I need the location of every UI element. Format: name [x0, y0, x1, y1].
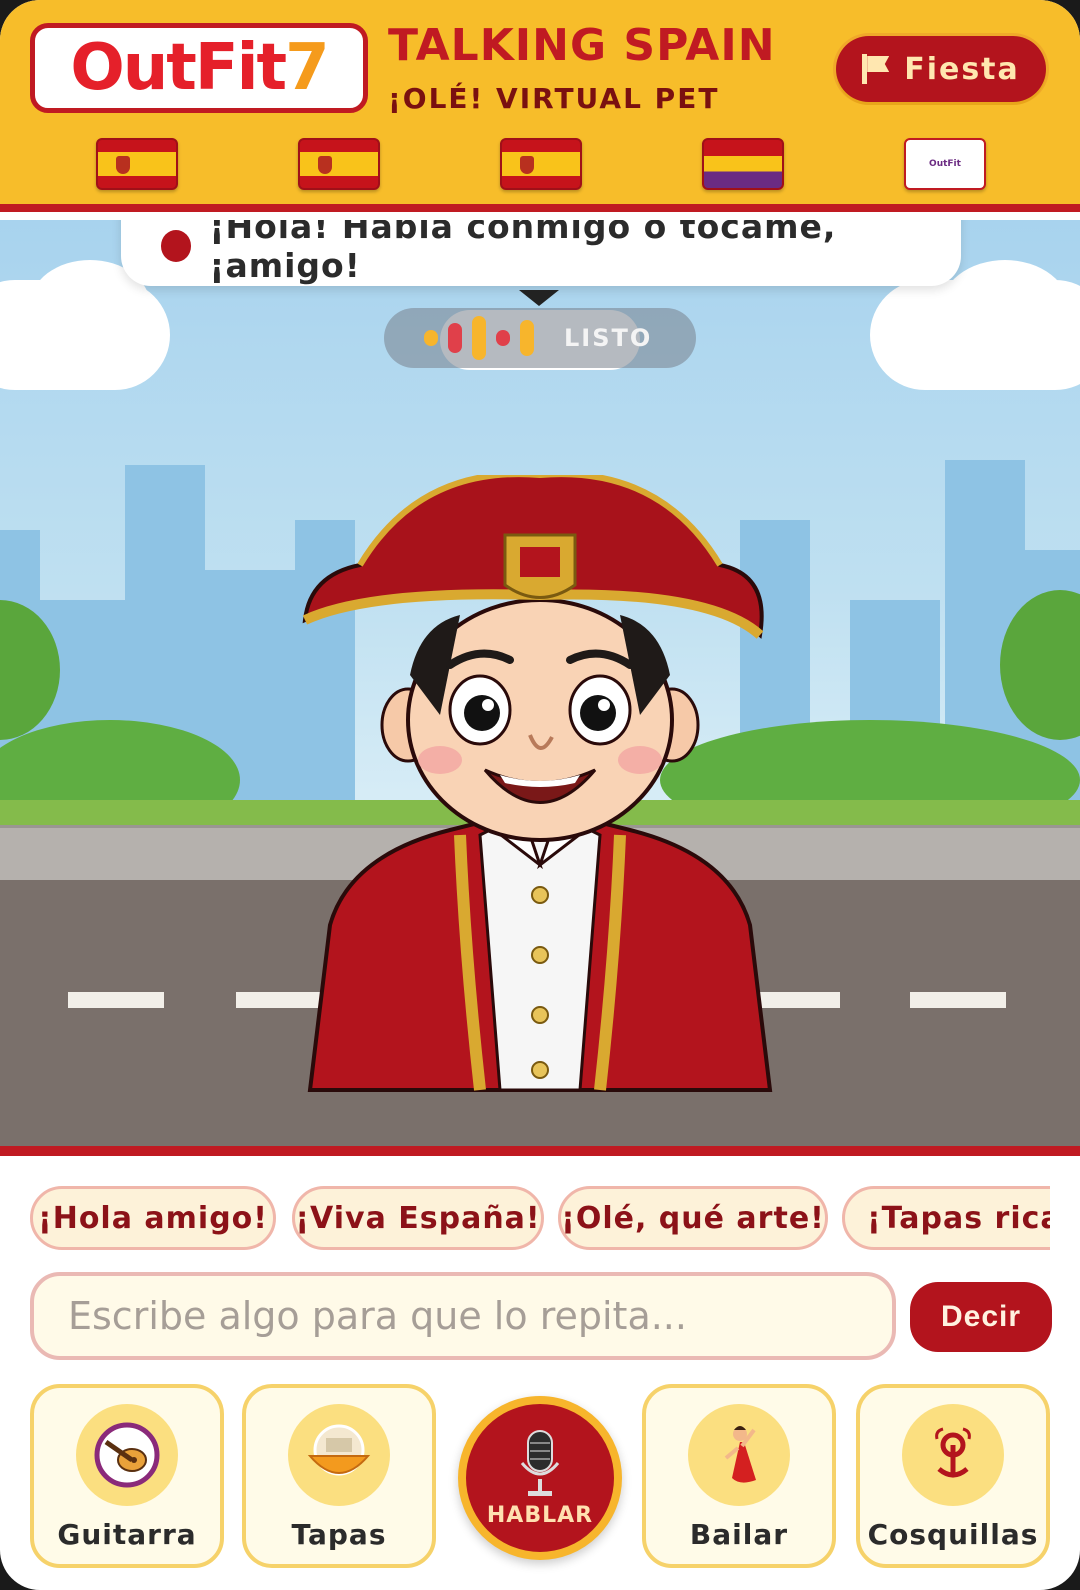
phrase-chip[interactable]: ¡Viva España!	[292, 1186, 544, 1250]
flag-selector: OutFit	[96, 138, 986, 190]
app-header: OutFit 7 TALKING SPAIN ¡OLÉ! VIRTUAL PET …	[0, 0, 1080, 212]
audio-level-bar	[496, 330, 510, 346]
app-screen: OutFit 7 TALKING SPAIN ¡OLÉ! VIRTUAL PET …	[0, 0, 1080, 1590]
speech-bubble: ¡Hola! Habla conmigo o tócame, ¡amigo!	[121, 220, 961, 286]
tapas-button[interactable]: Tapas	[242, 1384, 436, 1568]
flag-spain-republic[interactable]	[702, 138, 784, 190]
brand-mini-logo[interactable]: OutFit	[904, 138, 986, 190]
dance-label: Bailar	[689, 1518, 789, 1551]
audio-level-bar	[448, 323, 462, 353]
fiesta-button[interactable]: Fiesta	[836, 36, 1046, 102]
tickle-label: Cosquillas	[867, 1518, 1039, 1551]
audio-level-bar	[424, 330, 438, 346]
status-text: LISTO	[564, 324, 653, 352]
flag-spain-1[interactable]	[96, 138, 178, 190]
talk-button[interactable]: HABLAR	[458, 1396, 622, 1560]
microphone-icon	[520, 1429, 560, 1496]
outfit7-logo: OutFit 7	[30, 23, 368, 113]
pet-scene[interactable]: ¡Hola! Habla conmigo o tócame, ¡amigo! L…	[0, 220, 1080, 1156]
fiesta-label: Fiesta	[904, 51, 1020, 87]
tapas-icon	[288, 1404, 390, 1506]
record-dot-icon	[161, 230, 192, 262]
touch-hand-icon	[902, 1404, 1004, 1506]
road-marking	[910, 992, 1006, 1008]
road-marking	[68, 992, 164, 1008]
say-bar: Decir	[30, 1272, 1052, 1362]
speech-tail	[519, 290, 559, 306]
audio-level-bar	[472, 316, 486, 360]
speech-text: ¡Hola! Habla conmigo o tócame, ¡amigo!	[209, 220, 837, 285]
flag-spain-3[interactable]	[500, 138, 582, 190]
tickle-button[interactable]: Cosquillas	[856, 1384, 1050, 1568]
tapas-label: Tapas	[291, 1518, 387, 1551]
say-input[interactable]	[30, 1272, 896, 1360]
phrase-chip[interactable]: ¡Olé, qué arte!	[558, 1186, 828, 1250]
say-button[interactable]: Decir	[910, 1282, 1052, 1352]
listening-status: LISTO	[384, 308, 696, 368]
app-subtitle: ¡OLÉ! VIRTUAL PET	[388, 82, 720, 115]
dance-button[interactable]: Bailar	[642, 1384, 836, 1568]
phrase-chip[interactable]: ¡Hola amigo!	[30, 1186, 276, 1250]
audio-level-bar	[520, 320, 534, 356]
action-bar: Guitarra Tapas HABLAR Bailar Cosquillas	[30, 1384, 1050, 1570]
logo-number: 7	[285, 31, 330, 105]
dancer-icon	[688, 1404, 790, 1506]
phrase-chip[interactable]: ¡Tapas ricas!	[842, 1186, 1050, 1250]
logo-text: OutFit	[70, 31, 287, 105]
app-title: TALKING SPAIN	[388, 20, 776, 71]
guitar-icon	[76, 1404, 178, 1506]
pet-character[interactable]	[290, 475, 790, 1120]
guitar-button[interactable]: Guitarra	[30, 1384, 224, 1568]
flag-spain-2[interactable]	[298, 138, 380, 190]
quick-phrases: ¡Hola amigo! ¡Viva España! ¡Olé, qué art…	[30, 1186, 1050, 1252]
guitar-label: Guitarra	[57, 1518, 197, 1551]
flag-icon	[862, 54, 890, 84]
talk-label: HABLAR	[486, 1502, 594, 1528]
